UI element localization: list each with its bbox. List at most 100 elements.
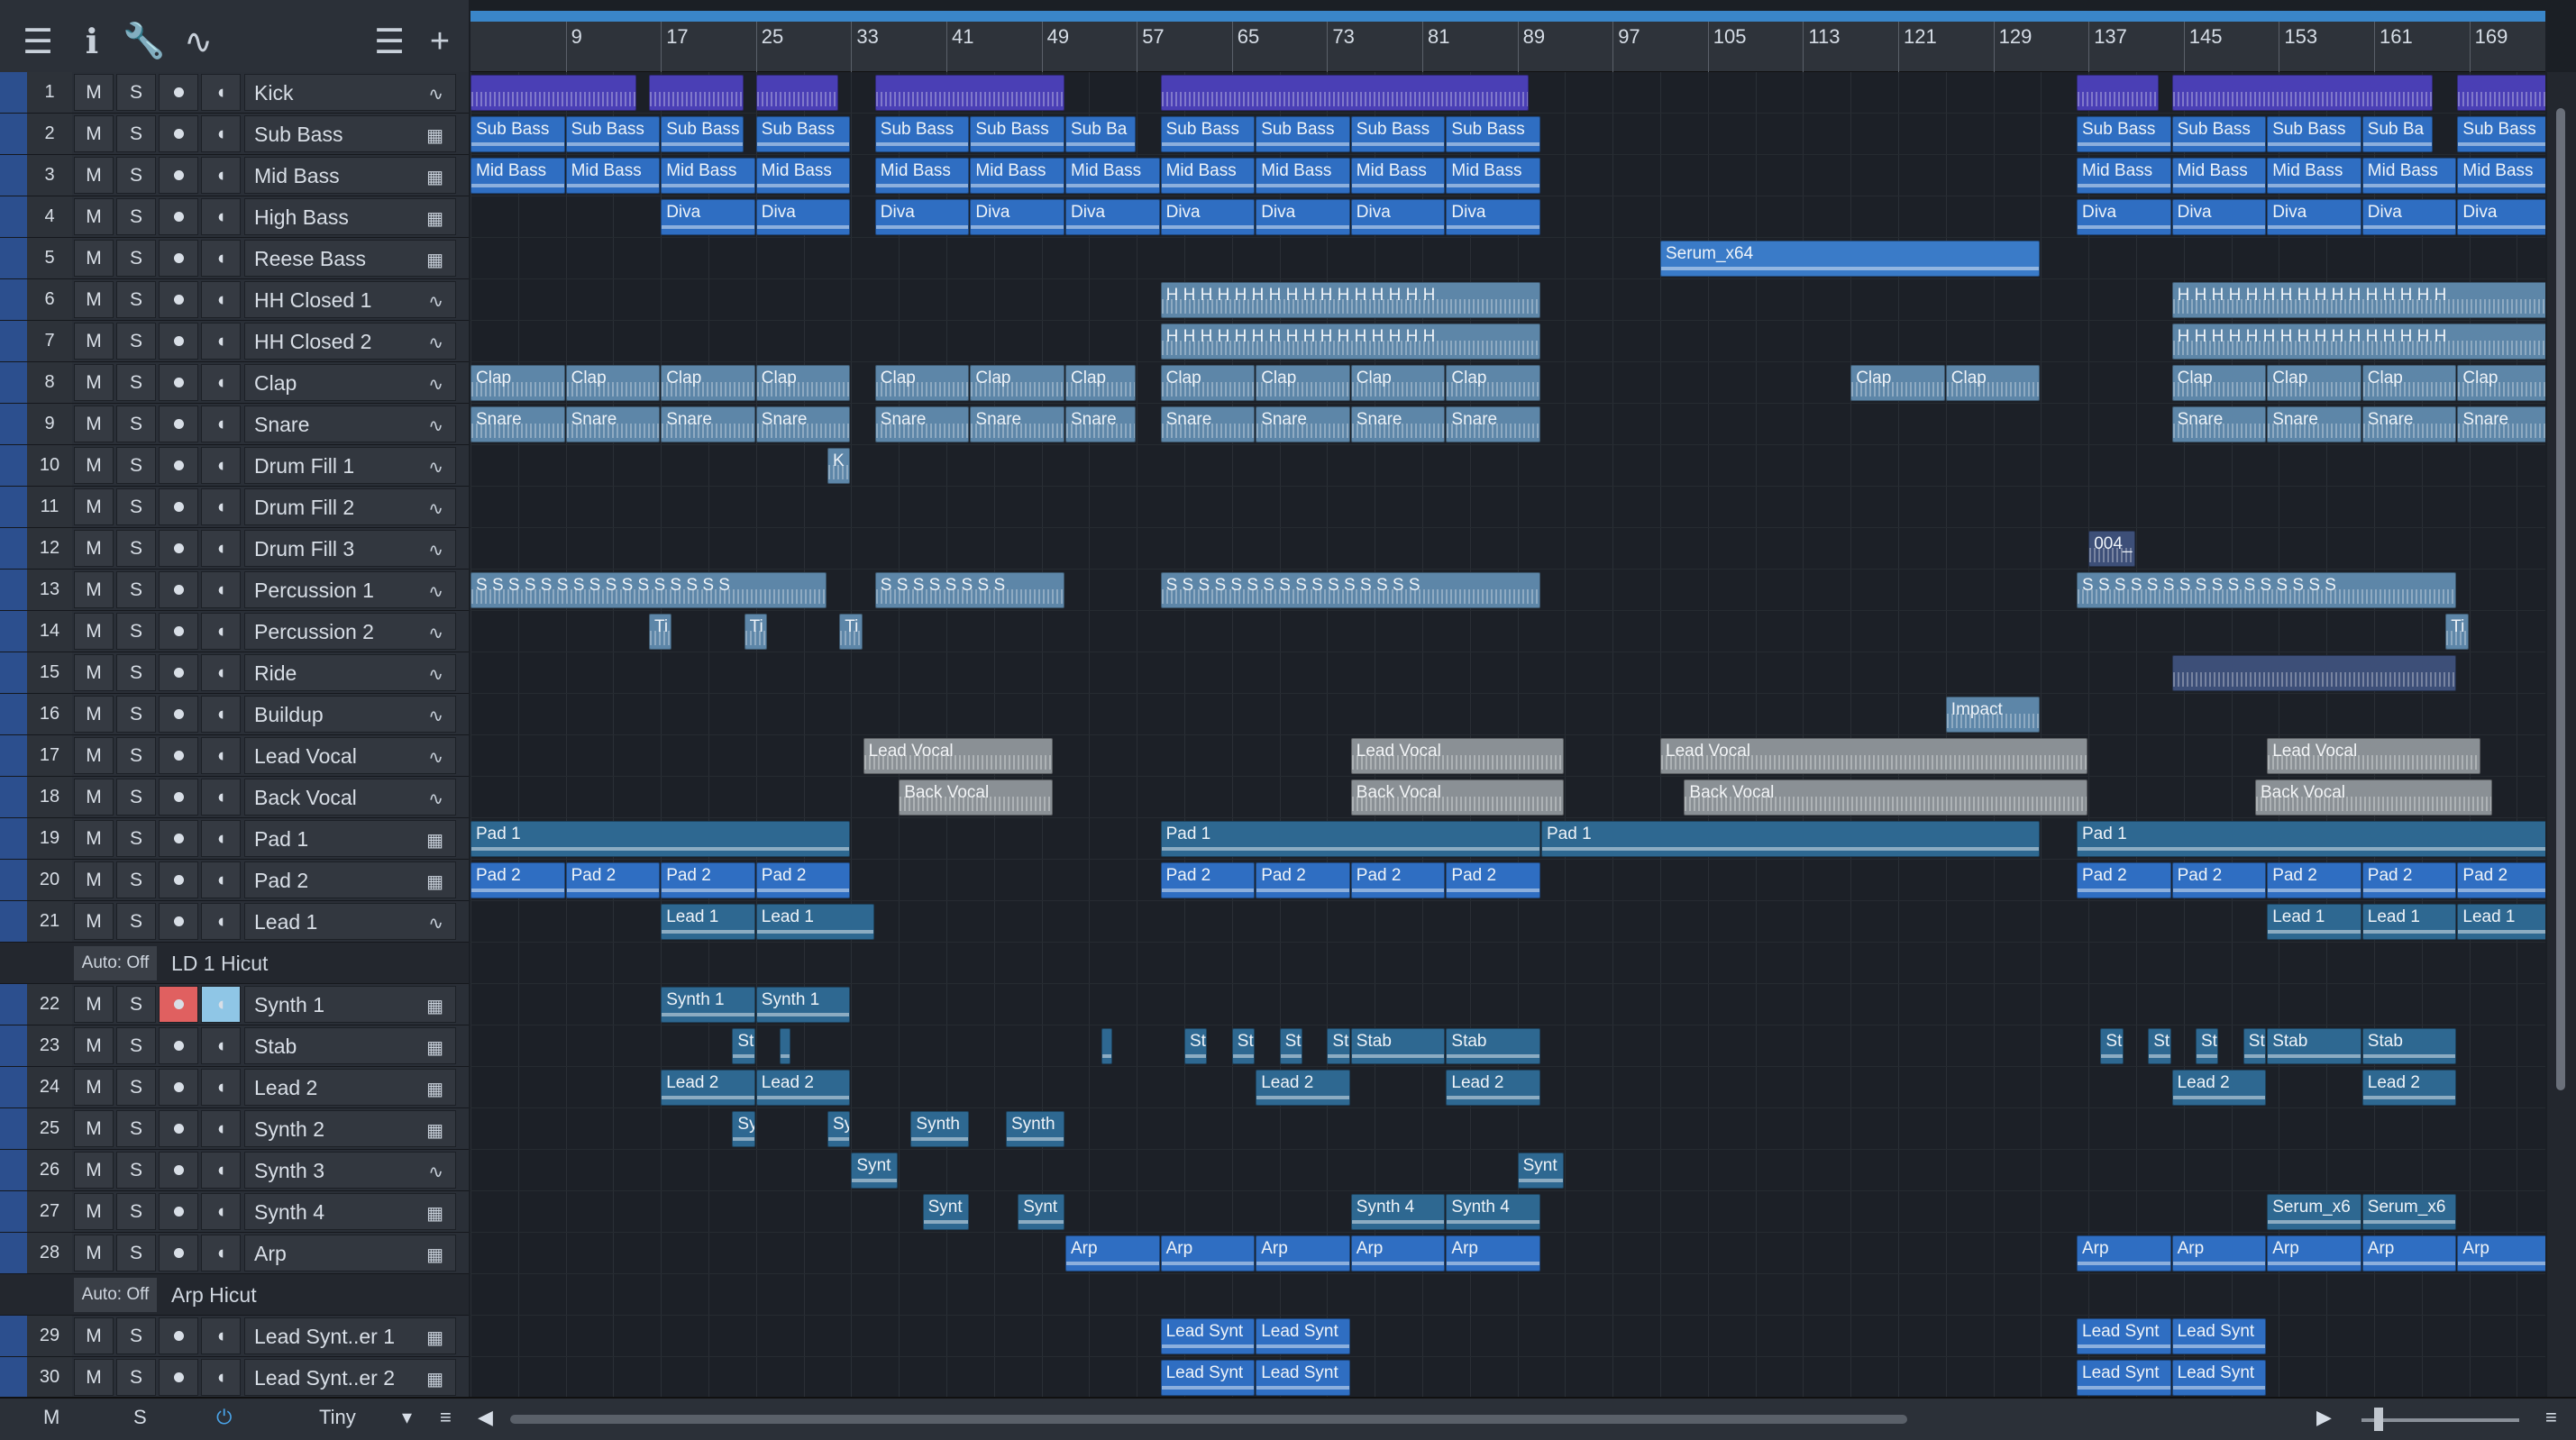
mute-button[interactable]: M [74, 986, 114, 1023]
clip[interactable]: St [2243, 1028, 2267, 1064]
clip[interactable]: Pad 2 [565, 862, 661, 898]
record-arm-button[interactable] [159, 654, 198, 691]
clip[interactable]: Synt [1517, 1153, 1565, 1189]
clip[interactable]: Lead 2 [2171, 1070, 2267, 1106]
clip[interactable]: Pad 2 [2171, 862, 2267, 898]
timeline-ruler[interactable]: 9 17 25 33 41 49 57 65 73 81 89 97 105 113 121 129 137 14… [470, 22, 2545, 72]
monitor-button[interactable]: ◖ [201, 820, 241, 857]
monitor-button[interactable]: ◖ [201, 1235, 241, 1271]
mute-button[interactable]: M [74, 240, 114, 277]
track-color[interactable] [0, 155, 27, 196]
mute-button[interactable]: M [74, 530, 114, 567]
mute-button[interactable]: M [74, 1359, 114, 1396]
clip[interactable]: Lead Vocal [2267, 738, 2480, 774]
track-name[interactable]: Drum Fill 1 [244, 447, 456, 484]
clip[interactable]: St [2196, 1028, 2219, 1064]
track-header[interactable]: 16 M S ◖ Buildup ∿ [0, 694, 469, 735]
monitor-button[interactable]: ◖ [201, 240, 241, 277]
clip[interactable]: Diva [1256, 199, 1350, 235]
record-arm-button[interactable] [159, 488, 198, 525]
track-header[interactable]: 15 M S ◖ Ride ∿ [0, 652, 469, 694]
clip[interactable]: Clap [970, 365, 1064, 401]
automation-mode-button[interactable]: Auto: Off [74, 946, 157, 980]
clip[interactable]: Synt [851, 1153, 899, 1189]
clip[interactable]: Pad 2 [1256, 862, 1350, 898]
clip[interactable]: Lead 2 [1256, 1070, 1350, 1106]
clip[interactable]: Lead 2 [2361, 1070, 2457, 1106]
solo-button[interactable]: S [116, 986, 156, 1023]
monitor-button[interactable]: ◖ [201, 613, 241, 650]
clip[interactable]: Lead Synt [2171, 1318, 2267, 1354]
mute-button[interactable]: M [74, 1027, 114, 1064]
clip[interactable]: Back Vocal [1684, 779, 2088, 816]
record-arm-button[interactable] [159, 1152, 198, 1189]
automation-mode-button[interactable]: Auto: Off [74, 1278, 157, 1312]
clip[interactable]: Pad 1 [1541, 821, 2041, 857]
solo-button[interactable]: S [116, 74, 156, 111]
clip[interactable]: Mid Bass [970, 158, 1064, 194]
clip[interactable]: Stab [1446, 1028, 1540, 1064]
solo-button[interactable]: S [116, 613, 156, 650]
track-header[interactable]: 9 M S ◖ Snare ∿ [0, 404, 469, 445]
clip[interactable]: Lead 1 [2457, 904, 2545, 940]
clip[interactable]: Pad 2 [1160, 862, 1256, 898]
clip[interactable]: Diva [661, 199, 755, 235]
track-header[interactable]: 11 M S ◖ Drum Fill 2 ∿ [0, 487, 469, 528]
solo-button[interactable]: S [116, 696, 156, 733]
track-color[interactable] [0, 611, 27, 652]
track-color[interactable] [0, 818, 27, 859]
monitor-button[interactable]: ◖ [201, 654, 241, 691]
monitor-button[interactable]: ◖ [201, 903, 241, 940]
track-height-select[interactable]: Tiny [319, 1406, 356, 1429]
clip[interactable]: Sub Bass [2457, 116, 2545, 152]
clip[interactable]: St [1184, 1028, 1208, 1064]
clip[interactable]: Mid Bass [2457, 158, 2545, 194]
clip[interactable]: Pad 2 [470, 862, 565, 898]
clip[interactable]: H H H H H H H H H H H H H H H H [2171, 324, 2545, 360]
mute-button[interactable]: M [74, 406, 114, 442]
clip[interactable]: Sub Bass [470, 116, 565, 152]
clip[interactable]: Lead Synt [1256, 1360, 1350, 1396]
clip[interactable]: Clap [1945, 365, 2041, 401]
solo-button[interactable]: S [116, 861, 156, 898]
clip[interactable]: Diva [2171, 199, 2267, 235]
clip[interactable]: Synth [910, 1111, 970, 1147]
clip[interactable]: Stab [2267, 1028, 2361, 1064]
track-header[interactable]: 27 M S ◖ Synth 4 ▦ [0, 1191, 469, 1233]
clip[interactable]: St [2100, 1028, 2124, 1064]
clip[interactable] [2171, 655, 2457, 691]
clip[interactable]: Snare [755, 406, 851, 442]
track-color[interactable] [0, 487, 27, 527]
clip[interactable]: Clap [1446, 365, 1540, 401]
clip[interactable] [470, 75, 636, 111]
clip[interactable]: Synth 4 [1446, 1194, 1540, 1230]
clip[interactable]: H H H H H H H H H H H H H H H H [1160, 324, 1540, 360]
mute-button[interactable]: M [74, 323, 114, 360]
clip[interactable]: Snare [1065, 406, 1137, 442]
clip[interactable]: Sub Bass [2267, 116, 2361, 152]
record-arm-button[interactable] [159, 986, 198, 1023]
solo-button[interactable]: S [116, 820, 156, 857]
mute-button[interactable]: M [74, 1069, 114, 1106]
record-arm-button[interactable] [159, 115, 198, 152]
clip[interactable]: Sub Bass [755, 116, 851, 152]
clip[interactable]: Snare [874, 406, 970, 442]
monitor-button[interactable]: ◖ [201, 1069, 241, 1106]
scroll-left-icon[interactable]: ◀ [478, 1406, 493, 1429]
mute-button[interactable]: M [74, 820, 114, 857]
clip[interactable]: Arp [2361, 1235, 2457, 1271]
monitor-button[interactable]: ◖ [201, 1110, 241, 1147]
monitor-button[interactable]: ◖ [201, 406, 241, 442]
clip[interactable]: St [1231, 1028, 1256, 1064]
clip[interactable]: Synth 4 [1350, 1194, 1446, 1230]
track-header[interactable]: 18 M S ◖ Back Vocal ∿ [0, 777, 469, 818]
track-color[interactable] [0, 321, 27, 361]
clip[interactable]: S S S S S S S S S S S S S S S S [1160, 572, 1540, 608]
clip[interactable]: Sub Bass [1256, 116, 1350, 152]
record-arm-button[interactable] [159, 571, 198, 608]
track-name[interactable]: Pad 1 [244, 820, 456, 857]
clip[interactable]: Clap [1065, 365, 1137, 401]
track-name[interactable]: Arp [244, 1235, 456, 1271]
record-arm-button[interactable] [159, 74, 198, 111]
clip[interactable]: Clap [2267, 365, 2361, 401]
